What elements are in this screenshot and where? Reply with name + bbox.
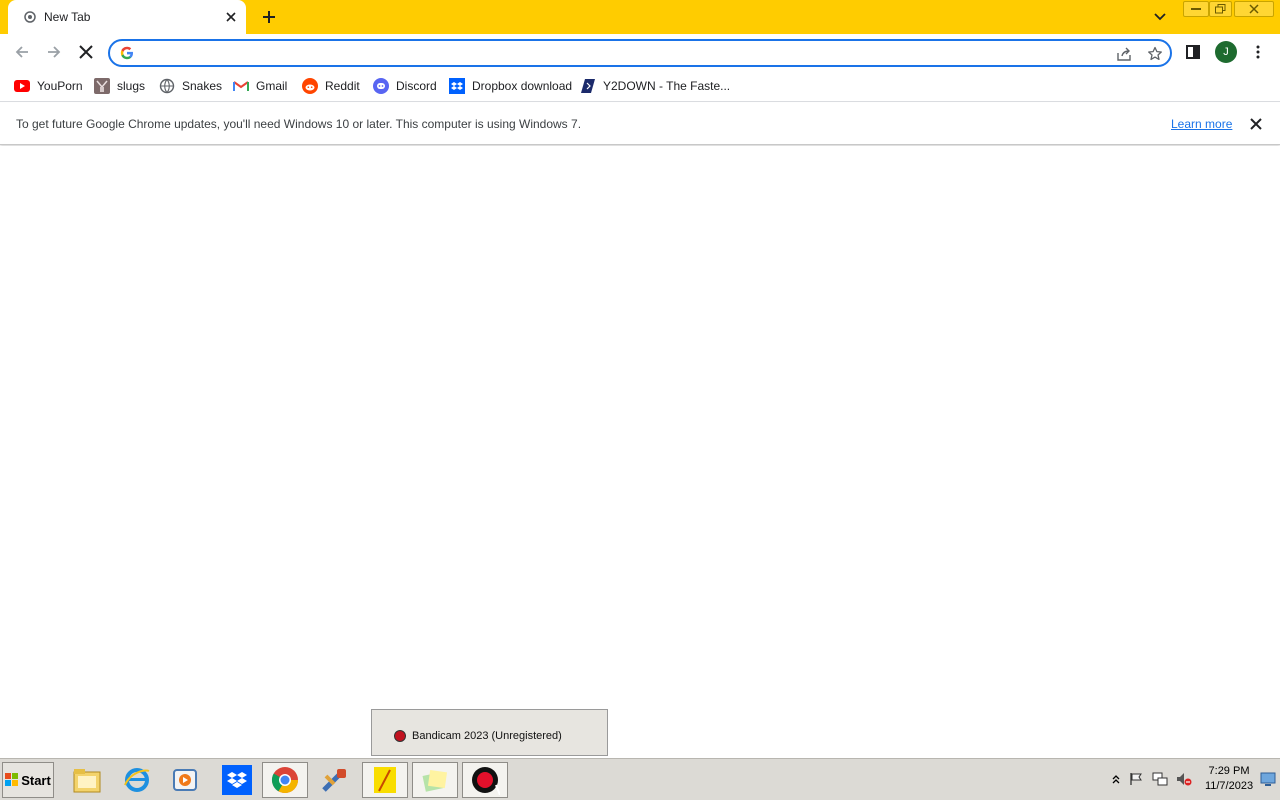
bookmark-label: Discord (396, 79, 437, 93)
address-input[interactable] (142, 44, 1102, 62)
y2down-icon (580, 78, 596, 94)
network-icon[interactable] (1152, 771, 1168, 787)
bookmark-label: Reddit (325, 79, 360, 93)
taskbar: Start 7:29 PM 11/7/2023 (0, 758, 1280, 800)
window-restore-button[interactable] (1209, 1, 1232, 17)
discord-icon (373, 78, 389, 94)
taskbar-media-player[interactable] (162, 762, 208, 798)
bookmarks-bar: YouPorn slugs Snakes Gmail Reddit Discor… (0, 70, 1280, 102)
bookmark-label: Dropbox download (472, 79, 573, 93)
chrome-icon (271, 767, 299, 794)
back-button[interactable] (8, 38, 36, 66)
dropbox-icon (222, 765, 252, 795)
reddit-icon (302, 78, 318, 94)
bandicam-record-icon (394, 730, 406, 742)
bookmark-y2down[interactable]: Y2DOWN - The Faste... (580, 76, 730, 96)
bandicam-icon (472, 767, 500, 795)
bookmark-label: Gmail (256, 79, 288, 93)
tab-title: New Tab (44, 10, 91, 24)
stop-x-icon (79, 45, 93, 59)
tab-strip: New Tab (0, 0, 1280, 34)
action-center-flag-icon[interactable] (1128, 771, 1144, 787)
show-desktop-icon[interactable] (1260, 771, 1276, 787)
start-button[interactable]: Start (2, 762, 54, 798)
taskbar-chrome[interactable] (262, 762, 308, 798)
taskbar-notepad[interactable] (362, 762, 408, 798)
dropbox-icon (449, 78, 465, 94)
kebab-menu-icon[interactable] (1250, 42, 1266, 62)
share-icon[interactable] (1114, 44, 1134, 64)
window-close-button[interactable] (1234, 1, 1274, 17)
sticky-notes-icon (422, 769, 448, 792)
taskbar-internet-explorer[interactable] (114, 762, 160, 798)
file-explorer-icon (73, 769, 101, 793)
bookmark-star-icon[interactable] (1145, 44, 1165, 64)
clock-date: 11/7/2023 (1204, 780, 1254, 792)
tools-icon (322, 769, 346, 792)
start-label: Start (21, 772, 51, 788)
forward-button[interactable] (40, 38, 68, 66)
bookmark-label: Y2DOWN - The Faste... (603, 79, 731, 93)
globe-icon (159, 78, 175, 94)
infobar-close-icon[interactable] (1248, 116, 1264, 132)
show-hidden-icons-chevron-icon[interactable] (1108, 771, 1124, 787)
infobar-message: To get future Google Chrome updates, you… (16, 117, 582, 131)
address-bar[interactable] (108, 39, 1172, 67)
clock-time: 7:29 PM (1208, 765, 1250, 777)
new-tab-button[interactable] (258, 6, 280, 28)
bookmark-dropbox-download[interactable]: Dropbox download (449, 76, 572, 96)
bookmark-label: Snakes (182, 79, 223, 93)
update-infobar: To get future Google Chrome updates, you… (0, 103, 1280, 145)
taskbar-file-explorer[interactable] (64, 762, 110, 798)
gmail-icon (233, 78, 249, 94)
bookmark-label: slugs (117, 79, 146, 93)
volume-muted-icon[interactable] (1176, 771, 1192, 787)
chrome-favicon-icon (24, 11, 36, 23)
arrow-left-icon (15, 46, 28, 58)
system-clock[interactable]: 7:29 PM 11/7/2023 (1198, 764, 1260, 794)
arrow-right-icon (48, 46, 61, 58)
taskbar-sticky-notes[interactable] (412, 762, 458, 798)
learn-more-link[interactable]: Learn more (1171, 117, 1232, 131)
taskbar-thumbnail-preview[interactable]: Bandicam 2023 (Unregistered) (371, 709, 608, 756)
image-thumbnail-icon (94, 78, 110, 94)
preview-label: Bandicam 2023 (Unregistered) (412, 730, 562, 742)
tab-new-tab[interactable]: New Tab (8, 0, 246, 34)
bookmark-snakes[interactable]: Snakes (159, 76, 222, 96)
stop-loading-button[interactable] (72, 38, 100, 66)
tab-search-chevron-icon[interactable] (1150, 8, 1170, 26)
bookmark-discord[interactable]: Discord (373, 76, 437, 96)
bookmark-youporn[interactable]: YouPorn (14, 76, 83, 96)
internet-explorer-icon (124, 768, 150, 792)
taskbar-dropbox[interactable] (214, 762, 260, 798)
profile-avatar[interactable]: J (1215, 41, 1237, 63)
bookmark-slugs[interactable]: slugs (94, 76, 145, 96)
taskbar-bandicam[interactable] (462, 762, 508, 798)
bookmark-label: YouPorn (37, 79, 83, 93)
windows-logo-icon (5, 773, 19, 786)
notepad-icon (374, 767, 396, 793)
browser-toolbar: J (0, 34, 1280, 70)
taskbar-tools[interactable] (312, 762, 358, 798)
bookmark-reddit[interactable]: Reddit (302, 76, 360, 96)
page-content (0, 146, 1280, 758)
media-player-icon (173, 769, 197, 791)
google-g-icon (120, 46, 134, 60)
bookmark-gmail[interactable]: Gmail (233, 76, 287, 96)
window-minimize-button[interactable] (1183, 1, 1209, 17)
tab-close-icon[interactable] (222, 8, 240, 26)
youtube-play-icon (14, 78, 30, 94)
side-panel-icon[interactable] (1183, 42, 1203, 62)
